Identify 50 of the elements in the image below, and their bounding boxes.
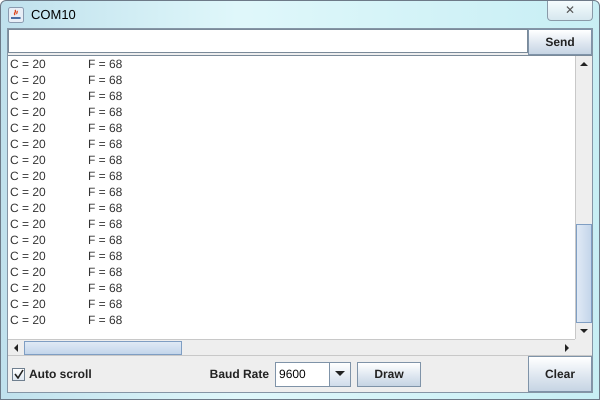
serial-text: F = 68 — [88, 216, 122, 232]
scrollbar-thumb[interactable] — [576, 224, 592, 323]
checkbox[interactable] — [12, 368, 25, 380]
window-title: COM10 — [31, 7, 76, 22]
draw-button[interactable]: Draw — [357, 362, 422, 386]
serial-text: F = 68 — [88, 88, 122, 104]
serial-text: F = 68 — [88, 248, 122, 264]
close-button[interactable]: ✕ — [547, 0, 593, 20]
serial-text: F = 68 — [88, 232, 122, 248]
serial-text: C = 20 — [9, 280, 47, 296]
serial-text: F = 68 — [88, 200, 122, 216]
serial-text: C = 20 — [9, 232, 47, 248]
scrollbar-thumb[interactable] — [24, 340, 182, 354]
serial-text: F = 68 — [88, 312, 122, 328]
checkbox-label: Auto scroll — [29, 367, 92, 381]
serial-text: F = 68 — [88, 104, 122, 120]
serial-text: F = 68 — [88, 120, 122, 136]
serial-text: C = 20 — [9, 248, 47, 264]
serial-text: F = 68 — [88, 296, 122, 312]
serial-text: C = 20 — [9, 72, 47, 88]
serial-text: C = 20 — [9, 120, 47, 136]
serial-text: C = 20 — [9, 200, 47, 216]
serial-text: C = 20 — [9, 168, 47, 184]
serial-text: F = 68 — [88, 184, 122, 200]
serial-text: F = 68 — [88, 136, 122, 152]
serial-text: C = 20 — [9, 216, 47, 232]
serial-text: C = 20 — [9, 56, 47, 72]
serial-text: C = 20 — [9, 152, 47, 168]
serial-text: F = 68 — [88, 72, 122, 88]
send-button[interactable]: Send — [528, 29, 592, 55]
serial-text: F = 68 — [88, 152, 122, 168]
baud-rate-label: Baud Rate — [210, 367, 270, 381]
serial-text: F = 68 — [88, 56, 122, 72]
serial-text: C = 20 — [9, 104, 47, 120]
serial-text: C = 20 — [9, 296, 47, 312]
serial-text: C = 20 — [9, 264, 47, 280]
serial-text: F = 68 — [88, 280, 122, 296]
serial-text: C = 20 — [9, 88, 47, 104]
clear-button[interactable]: Clear — [528, 356, 592, 392]
app-icon — [8, 6, 24, 22]
serial-text: C = 20 — [9, 312, 47, 328]
serial-text: F = 68 — [88, 168, 122, 184]
caret-icon — [334, 370, 346, 378]
baud-rate-dropdown[interactable]: 9600 — [275, 362, 352, 386]
serial-text: F = 68 — [88, 264, 122, 280]
serial-text: C = 20 — [9, 184, 47, 200]
horizontal-scrollbar[interactable] — [8, 339, 575, 355]
input-field[interactable] — [8, 29, 528, 53]
serial-text: C = 20 — [9, 136, 47, 152]
vertical-scrollbar[interactable] — [575, 56, 592, 339]
